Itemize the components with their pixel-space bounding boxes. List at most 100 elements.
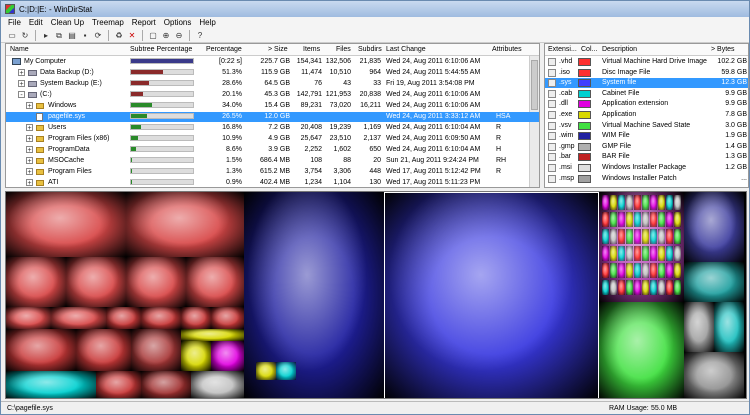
treemap-block[interactable] bbox=[626, 195, 633, 210]
treemap-block[interactable] bbox=[650, 263, 657, 278]
treemap-block[interactable] bbox=[211, 307, 244, 329]
treemap-block[interactable] bbox=[674, 229, 681, 244]
treemap-block[interactable] bbox=[141, 371, 191, 398]
open-item-icon[interactable]: ▸ bbox=[41, 31, 51, 41]
refresh-selected-icon[interactable]: ⟳ bbox=[93, 31, 103, 41]
treemap-block[interactable] bbox=[634, 212, 641, 227]
treemap-block[interactable] bbox=[6, 257, 66, 307]
delete-icon[interactable]: ✕ bbox=[127, 31, 137, 41]
col-attributes[interactable]: Attributes bbox=[492, 46, 522, 53]
explorer-icon[interactable]: ▤ bbox=[67, 31, 77, 41]
menu-treemap[interactable]: Treemap bbox=[89, 17, 129, 29]
expand-toggle[interactable]: + bbox=[26, 102, 33, 110]
treemap-block[interactable] bbox=[658, 195, 665, 210]
expand-toggle[interactable]: + bbox=[26, 168, 33, 176]
treemap-block[interactable] bbox=[626, 212, 633, 227]
treemap-block[interactable] bbox=[674, 263, 681, 278]
treemap-block[interactable] bbox=[126, 192, 244, 257]
treemap-block[interactable] bbox=[626, 246, 633, 261]
treemap-block[interactable] bbox=[618, 280, 625, 295]
directory-row[interactable]: + Windows 34.0% 15.4 GB 89,231 73,020 16,211 We… bbox=[6, 101, 539, 111]
col-name[interactable]: Name bbox=[10, 46, 29, 53]
treemap-block[interactable] bbox=[634, 195, 641, 210]
treemap-block[interactable] bbox=[618, 263, 625, 278]
treemap-block[interactable] bbox=[256, 362, 276, 380]
menu-report[interactable]: Report bbox=[129, 17, 161, 29]
col-subtree-percentage[interactable]: Subtree Percentage bbox=[130, 46, 192, 53]
menu-edit[interactable]: Edit bbox=[26, 17, 48, 29]
treemap[interactable] bbox=[5, 191, 747, 399]
treemap-block[interactable] bbox=[6, 192, 126, 257]
select-parent-icon[interactable]: ▢ bbox=[148, 31, 158, 41]
treemap-block[interactable] bbox=[610, 263, 617, 278]
expand-toggle[interactable]: + bbox=[26, 135, 33, 143]
treemap-block[interactable] bbox=[650, 280, 657, 295]
treemap-block[interactable] bbox=[66, 257, 126, 307]
treemap-block[interactable] bbox=[181, 307, 211, 329]
help-icon[interactable]: ? bbox=[195, 31, 205, 41]
expand-toggle[interactable]: + bbox=[26, 157, 33, 165]
zoom-out-icon[interactable]: ⊖ bbox=[174, 31, 184, 41]
directory-list[interactable]: Name Subtree Percentage Percentage > Siz… bbox=[5, 43, 540, 188]
extension-row[interactable]: .cab Cabinet File 9.9 GB bbox=[545, 89, 748, 99]
extension-row[interactable]: .vsv Virtual Machine Saved State 3.0 GB bbox=[545, 121, 748, 131]
treemap-block[interactable] bbox=[126, 257, 186, 307]
treemap-block[interactable] bbox=[666, 280, 673, 295]
treemap-block[interactable] bbox=[96, 371, 141, 398]
menu-file[interactable]: File bbox=[5, 17, 26, 29]
treemap-block[interactable] bbox=[76, 329, 131, 371]
treemap-block[interactable] bbox=[610, 246, 617, 261]
recycle-icon[interactable]: ♻ bbox=[114, 31, 124, 41]
treemap-block[interactable] bbox=[658, 229, 665, 244]
treemap-block[interactable] bbox=[658, 246, 665, 261]
menu-options[interactable]: Options bbox=[161, 17, 197, 29]
treemap-block[interactable] bbox=[642, 280, 649, 295]
command-prompt-icon[interactable]: ▪ bbox=[80, 31, 90, 41]
directory-row[interactable]: + Data Backup (D:) 51.3% 115.9 GB 11,474 10,5… bbox=[6, 68, 539, 78]
treemap-block[interactable] bbox=[684, 352, 744, 398]
directory-row[interactable]: + ATI 0.9% 402.4 MB 1,234 1,104 130 Wed 17, Aug… bbox=[6, 178, 539, 187]
treemap-block[interactable] bbox=[6, 307, 51, 329]
treemap-block[interactable] bbox=[674, 280, 681, 295]
treemap-block[interactable] bbox=[6, 371, 96, 398]
treemap-block[interactable] bbox=[186, 257, 244, 307]
extension-row[interactable]: .gmp GMP File 1.4 GB bbox=[545, 142, 748, 152]
col-subdirs[interactable]: Subdirs bbox=[358, 46, 382, 53]
extension-row[interactable]: .exe Application 7.8 GB bbox=[545, 110, 748, 120]
open-icon[interactable]: ▭ bbox=[7, 31, 17, 41]
treemap-block[interactable] bbox=[602, 212, 609, 227]
treemap-block[interactable] bbox=[674, 195, 681, 210]
treemap-block[interactable] bbox=[618, 195, 625, 210]
rescan-icon[interactable]: ↻ bbox=[20, 31, 30, 41]
treemap-block[interactable] bbox=[666, 212, 673, 227]
extension-row[interactable]: .iso Disc Image File 59.8 GB bbox=[545, 68, 748, 78]
treemap-block[interactable] bbox=[618, 246, 625, 261]
col-items[interactable]: Items bbox=[303, 46, 320, 53]
menu-clean-up[interactable]: Clean Up bbox=[48, 17, 89, 29]
treemap-block[interactable] bbox=[634, 246, 641, 261]
directory-row[interactable]: + Users 16.8% 7.2 GB 20,408 19,239 1,169 Wed 24… bbox=[6, 123, 539, 133]
expand-toggle[interactable]: + bbox=[26, 179, 33, 187]
treemap-block[interactable] bbox=[181, 329, 244, 341]
treemap-block[interactable] bbox=[211, 341, 244, 371]
col-extension[interactable]: Extensi... bbox=[548, 46, 577, 53]
treemap-block[interactable] bbox=[650, 229, 657, 244]
treemap-block[interactable] bbox=[674, 246, 681, 261]
treemap-block[interactable] bbox=[602, 280, 609, 295]
expand-toggle[interactable]: + bbox=[18, 69, 25, 77]
treemap-block[interactable] bbox=[642, 246, 649, 261]
treemap-block[interactable] bbox=[674, 212, 681, 227]
directory-row[interactable]: My Computer [0:22 s] 225.7 GB 154,341 132,50… bbox=[6, 57, 539, 67]
treemap-block[interactable] bbox=[141, 307, 181, 329]
col-description[interactable]: Description bbox=[602, 46, 637, 53]
directory-row[interactable]: + MSOCache 1.5% 686.4 MB 108 88 20 Sun 21, Aug … bbox=[6, 156, 539, 166]
treemap-block[interactable] bbox=[634, 263, 641, 278]
treemap-block[interactable] bbox=[602, 195, 609, 210]
treemap-block[interactable] bbox=[642, 212, 649, 227]
treemap-block[interactable] bbox=[106, 307, 141, 329]
col-color[interactable]: Col... bbox=[581, 46, 597, 53]
treemap-block[interactable] bbox=[181, 341, 211, 371]
treemap-block[interactable] bbox=[131, 329, 181, 371]
treemap-block[interactable] bbox=[658, 280, 665, 295]
extension-row[interactable]: .bar BAR File 1.3 GB bbox=[545, 152, 748, 162]
